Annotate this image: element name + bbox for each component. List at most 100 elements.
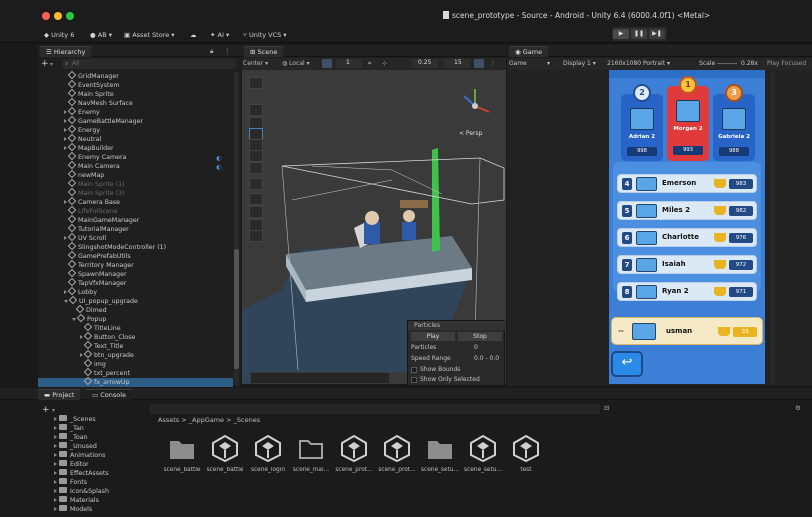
project-folder-item[interactable]: Animations — [40, 451, 148, 460]
tab-hierarchy[interactable]: ☰ Hierarchy — [40, 46, 92, 57]
hierarchy-item[interactable]: Main Sprite (1) — [38, 178, 233, 189]
expand-icon[interactable] — [54, 498, 57, 502]
orientation-gizmo[interactable] — [456, 86, 494, 124]
snap-icon[interactable]: ⌗ — [368, 60, 371, 68]
leaderboard-row[interactable]: 5 Miles 2 982 — [617, 201, 757, 220]
hierarchy-item[interactable]: Button_Close — [38, 331, 233, 342]
lock-icon[interactable]: 🔒︎ — [210, 47, 213, 56]
leaderboard-row[interactable]: 4 Emerson 983 — [617, 174, 757, 193]
chevron-down-icon[interactable]: ▾ — [50, 61, 53, 68]
hierarchy-item[interactable]: TitleLine — [38, 322, 233, 333]
asset-store-menu[interactable]: ▣ Asset Store ▾ — [124, 31, 175, 39]
asset-item[interactable]: test — [499, 434, 553, 473]
resolution-dropdown[interactable]: 2160x1080 Portrait ▾ — [607, 60, 670, 67]
hierarchy-item[interactable]: Enemy — [38, 106, 233, 117]
play-button[interactable]: ▶ — [613, 29, 629, 39]
breadcrumb-assets[interactable]: Assets — [158, 416, 179, 424]
show-selected-checkbox[interactable] — [411, 377, 417, 383]
hierarchy-item[interactable]: Territory Manager — [38, 259, 233, 270]
podium-card[interactable]: 2 Adrian 2 998 — [621, 84, 663, 161]
unity-menu[interactable]: ◆ Unity 6 — [44, 31, 74, 39]
hierarchy-item[interactable]: GameBattleManager — [38, 115, 233, 126]
expand-open-icon[interactable] — [72, 317, 76, 321]
pause-button[interactable]: ❚❚ — [631, 29, 647, 39]
podium-card[interactable]: 1 Morgan 2 993 — [667, 76, 709, 161]
expand-icon[interactable] — [54, 453, 57, 457]
expand-icon[interactable] — [54, 426, 57, 430]
back-button[interactable]: ↩ — [611, 351, 643, 377]
breadcrumb-appgame[interactable]: _AppGame — [189, 416, 224, 424]
podium-card[interactable]: 3 Gabriela 2 988 — [713, 84, 755, 161]
transform-icon[interactable] — [249, 162, 263, 174]
project-folder-item[interactable]: Materials — [40, 496, 148, 505]
expand-open-icon[interactable] — [64, 299, 68, 303]
project-folder-item[interactable]: _Toan — [40, 433, 148, 442]
project-folder-item[interactable]: _Tan — [40, 424, 148, 433]
hierarchy-item[interactable]: TapVfxManager — [38, 277, 233, 288]
hierarchy-item[interactable]: LifeFolScene — [38, 205, 233, 216]
hierarchy-item[interactable]: newMap — [38, 169, 233, 180]
settings-icon[interactable]: ⚙ — [795, 404, 801, 412]
hierarchy-item[interactable]: Text_Title — [38, 340, 233, 351]
hierarchy-item[interactable]: fx_arrowUp — [38, 376, 233, 387]
expand-icon[interactable] — [54, 471, 57, 475]
hierarchy-item[interactable]: UV Scroll — [38, 232, 233, 243]
hierarchy-item[interactable]: EventSystem — [38, 79, 233, 90]
zoom-window-button[interactable] — [66, 12, 74, 20]
leaderboard-row[interactable]: 8 Ryan 2 971 — [617, 282, 757, 301]
hierarchy-item[interactable]: txt_percent — [38, 367, 233, 378]
self-rank-row[interactable]: -- usman 33 — [611, 317, 763, 345]
project-folder-item[interactable]: _Unused — [40, 442, 148, 451]
expand-icon[interactable] — [54, 489, 57, 493]
account-menu[interactable]: ● AB ▾ — [90, 31, 112, 39]
breadcrumb-scenes[interactable]: _Scenes — [234, 416, 260, 424]
space-dropdown[interactable]: ◍ Local ▾ — [282, 60, 310, 67]
expand-icon[interactable] — [54, 417, 57, 421]
custom-tool-icon[interactable] — [249, 178, 263, 190]
grid-toggle[interactable] — [322, 59, 332, 68]
vcs-menu[interactable]: ⑂ Unity VCS ▾ — [243, 31, 287, 39]
display-dropdown[interactable]: Display 1 ▾ — [563, 60, 596, 67]
project-folder-item[interactable]: _Scenes — [40, 415, 148, 424]
hierarchy-item[interactable]: UI_popup_upgrade — [38, 295, 233, 306]
hierarchy-item[interactable]: NavMesh Surface — [38, 97, 233, 108]
display-mode-dropdown[interactable]: Game — [509, 60, 527, 67]
hierarchy-item[interactable]: SpawnManager — [38, 268, 233, 279]
pivot-tool-icon[interactable] — [249, 193, 263, 205]
overflow-icon[interactable]: ⋮ — [490, 60, 496, 67]
project-folder-item[interactable]: Icon&Splash — [40, 487, 148, 496]
cloud-button[interactable]: ☁ — [190, 31, 197, 39]
hierarchy-scrollbar[interactable] — [234, 72, 239, 385]
filter-icon[interactable]: ⊟ — [604, 404, 609, 412]
particles-stop-button[interactable]: Stop — [458, 332, 502, 341]
close-window-button[interactable] — [42, 12, 50, 20]
tab-game[interactable]: ◉ Game — [509, 46, 549, 57]
tab-scene[interactable]: ⊞ Scene — [244, 46, 284, 57]
kebab-menu-icon[interactable]: ⋮ — [224, 47, 231, 55]
project-folder-item[interactable]: Fonts — [40, 478, 148, 487]
hierarchy-item[interactable]: GridManager — [38, 70, 233, 81]
hierarchy-item[interactable]: Dimed — [38, 304, 233, 315]
ai-menu[interactable]: ✦ AI ▾ — [210, 31, 229, 39]
hand-icon[interactable] — [249, 104, 263, 116]
expand-icon[interactable] — [54, 507, 57, 511]
hierarchy-item[interactable]: btn_upgrade — [38, 349, 233, 360]
show-bounds-checkbox[interactable] — [411, 367, 417, 373]
hierarchy-item[interactable]: img — [38, 358, 233, 369]
hierarchy-item[interactable]: Camera Base — [38, 196, 233, 207]
hierarchy-item[interactable]: Energy — [38, 124, 233, 135]
grid-tool-icon[interactable] — [249, 230, 263, 242]
scale-slider[interactable] — [717, 63, 737, 64]
view-toggle[interactable] — [474, 59, 484, 68]
expand-icon[interactable] — [54, 435, 57, 439]
minimize-window-button[interactable] — [54, 12, 62, 20]
hierarchy-item[interactable]: SlingshotModeController (1) — [38, 241, 233, 252]
hierarchy-item[interactable]: Enemy Camera ◐ — [38, 151, 233, 162]
project-search-input[interactable] — [150, 404, 600, 414]
expand-icon[interactable] — [54, 444, 57, 448]
particles-play-button[interactable]: Play — [411, 332, 455, 341]
pivot-dropdown[interactable]: Center ▾ — [243, 60, 268, 67]
expand-icon[interactable] — [54, 480, 57, 484]
hierarchy-item[interactable]: Neutral — [38, 133, 233, 144]
hierarchy-item[interactable]: MainGameManager — [38, 214, 233, 225]
